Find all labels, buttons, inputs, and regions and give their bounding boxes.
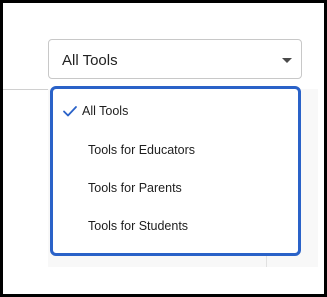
option-tools-for-educators[interactable]: Tools for Educators — [53, 133, 298, 169]
option-label: Tools for Parents — [88, 181, 182, 195]
option-all-tools[interactable]: All Tools — [53, 94, 298, 130]
option-label: Tools for Students — [88, 219, 189, 233]
option-label: Tools for Educators — [88, 143, 195, 157]
divider — [3, 89, 51, 90]
chevron-down-icon[interactable] — [282, 58, 292, 63]
option-label: All Tools — [82, 104, 129, 118]
option-tools-for-students[interactable]: Tools for Students — [53, 209, 298, 245]
select-value: All Tools — [62, 52, 118, 69]
check-icon — [63, 106, 77, 117]
tool-filter-select[interactable]: All Tools — [48, 39, 302, 79]
tool-filter-dropdown-menu: All Tools Tools for Educators Tools for … — [50, 86, 301, 256]
option-tools-for-parents[interactable]: Tools for Parents — [53, 171, 298, 207]
